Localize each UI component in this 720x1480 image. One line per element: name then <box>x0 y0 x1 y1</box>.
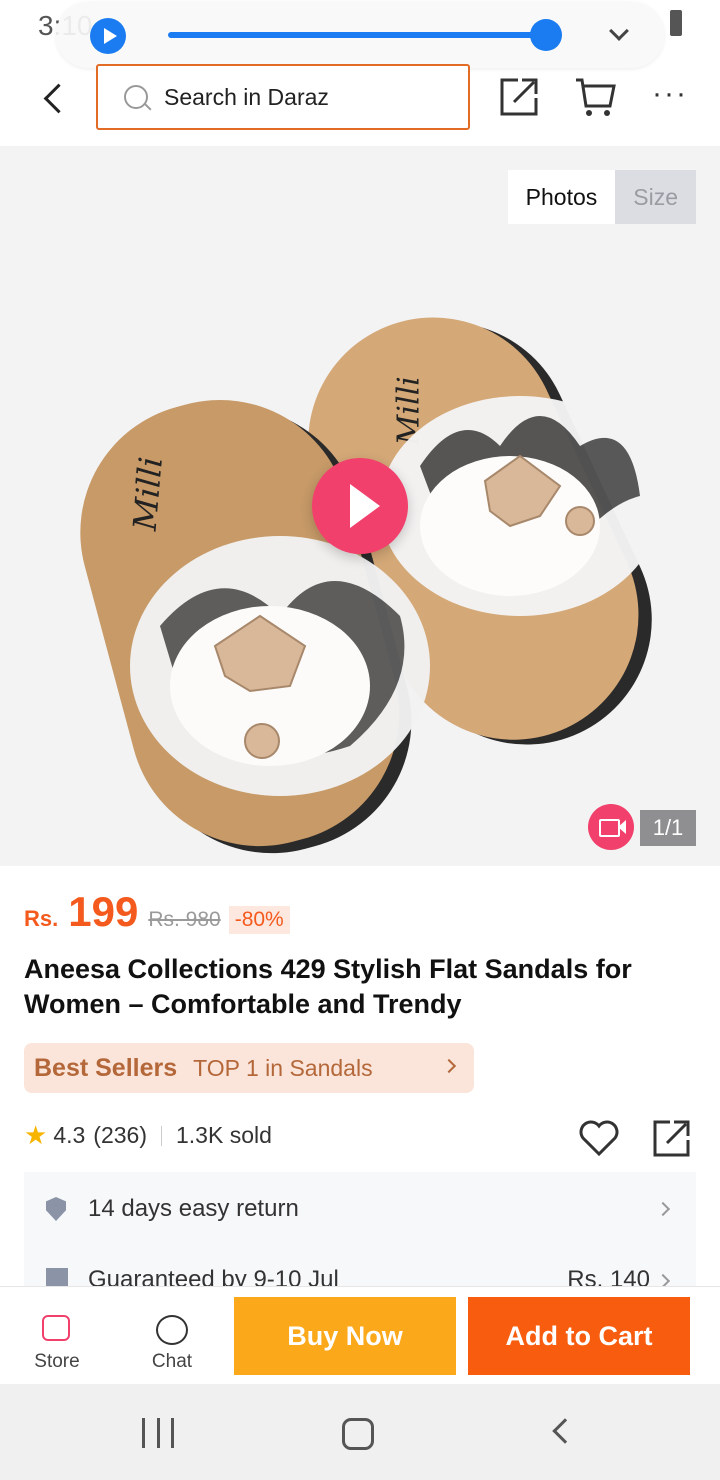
star-icon: ★ <box>24 1120 48 1150</box>
share-button[interactable] <box>652 1118 692 1158</box>
chevron-right-icon <box>441 1058 457 1074</box>
home-icon[interactable] <box>342 1418 374 1450</box>
recents-icon[interactable] <box>142 1418 174 1448</box>
review-count: (236) <box>93 1122 147 1148</box>
chevron-right-icon <box>655 1201 671 1217</box>
chat-label: Chat <box>151 1351 193 1372</box>
share-button[interactable] <box>498 74 540 118</box>
svg-text:Milli: Milli <box>126 455 170 533</box>
cart-button[interactable] <box>574 74 616 118</box>
buy-now-button[interactable]: Buy Now <box>234 1297 456 1375</box>
tab-photos[interactable]: Photos <box>507 170 616 224</box>
shield-icon <box>46 1197 66 1221</box>
image-counter: 1/1 <box>640 810 696 846</box>
battery-icon <box>670 10 682 36</box>
back-button[interactable] <box>38 80 68 116</box>
status-bar: 3:10 <box>0 0 720 68</box>
gallery-tabs: Photos Size <box>507 170 696 224</box>
video-icon[interactable] <box>588 804 634 850</box>
chat-icon <box>156 1315 188 1345</box>
best-seller-banner[interactable]: Best Sellers TOP 1 in Sandals <box>24 1043 474 1093</box>
store-icon <box>42 1315 70 1341</box>
share-icon <box>500 78 538 116</box>
media-progress-track[interactable] <box>168 32 548 38</box>
product-title: Aneesa Collections 429 Stylish Flat Sand… <box>24 954 632 1019</box>
sold-count: 1.3K sold <box>176 1122 272 1148</box>
media-player-pill[interactable] <box>56 2 664 68</box>
rating-row[interactable]: ★ 4.3 (236) 1.3K sold <box>24 1120 272 1151</box>
back-icon[interactable] <box>552 1418 578 1444</box>
delivery-guarantee-row[interactable]: Guaranteed by 9-10 Jul Rs. 140 <box>24 1246 696 1288</box>
more-icon[interactable]: ··· <box>652 74 694 118</box>
media-progress-knob[interactable] <box>530 19 562 51</box>
divider <box>161 1125 162 1146</box>
rating-value: 4.3 <box>53 1122 86 1148</box>
price-row: Rs. 199 Rs. 980 -80% <box>24 888 290 936</box>
system-nav-bar <box>0 1384 720 1480</box>
cart-icon <box>576 78 616 116</box>
wishlist-button[interactable] <box>578 1118 620 1158</box>
share-icon <box>653 1120 690 1157</box>
price-value: 199 <box>68 888 139 935</box>
tab-size[interactable]: Size <box>615 170 696 224</box>
search-input[interactable]: Search in Daraz <box>96 64 470 130</box>
search-placeholder: Search in Daraz <box>164 83 329 110</box>
store-button[interactable]: Store <box>9 1287 105 1385</box>
play-icon[interactable] <box>90 18 126 54</box>
heart-icon <box>579 1120 619 1157</box>
discount-badge: -80% <box>228 906 290 934</box>
price-currency: Rs. <box>24 906 59 931</box>
delivery-guarantee-text: Guaranteed by 9-10 Jul <box>88 1266 339 1288</box>
delivery-fee: Rs. 140 <box>567 1266 650 1288</box>
easy-return-row[interactable]: 14 days easy return <box>24 1172 696 1246</box>
search-icon <box>124 85 148 109</box>
original-price: Rs. 980 <box>148 908 221 931</box>
add-to-cart-button[interactable]: Add to Cart <box>468 1297 690 1375</box>
bottom-action-bar: Store Chat Buy Now Add to Cart <box>0 1286 720 1384</box>
product-gallery[interactable]: Milli Milli Photos Size 1/1 <box>0 146 720 866</box>
easy-return-text: 14 days easy return <box>88 1195 299 1222</box>
gift-icon <box>46 1268 68 1288</box>
chat-button[interactable]: Chat <box>124 1287 220 1385</box>
play-icon[interactable] <box>312 458 408 554</box>
store-label: Store <box>34 1351 80 1372</box>
best-seller-badge: Best Sellers <box>34 1053 178 1082</box>
chevron-down-icon[interactable] <box>609 21 629 41</box>
best-seller-rank: TOP 1 in Sandals <box>193 1054 373 1081</box>
